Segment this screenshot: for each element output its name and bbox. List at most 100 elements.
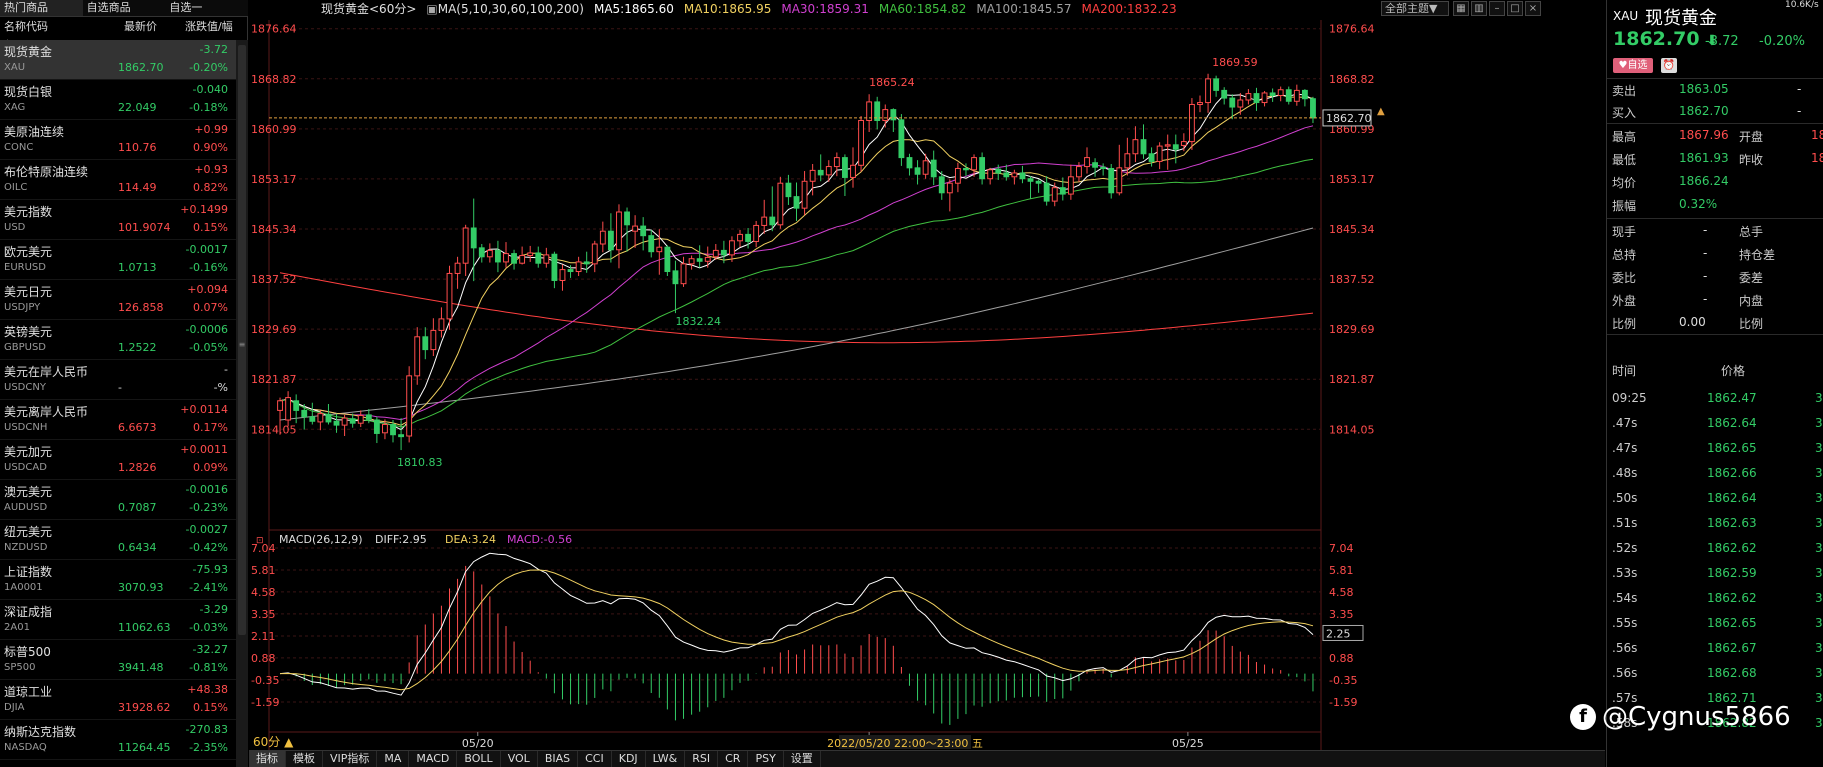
kline-svg[interactable]: 1876.64 1876.641868.82 1868.821860.99 1860.… — [249, 0, 1605, 767]
indicator-tab[interactable]: CR — [718, 751, 749, 767]
grid-icon[interactable]: ▦ — [1453, 1, 1469, 16]
close-icon[interactable]: × — [1525, 1, 1541, 16]
candle-body — [390, 423, 396, 436]
quote-change: +0.1499 — [180, 203, 228, 216]
quote-price: 0.6434 — [118, 541, 157, 554]
candle-body — [519, 255, 526, 264]
macd-axis-label-left: -1.59 — [251, 696, 279, 709]
candle-body — [422, 336, 429, 351]
stat-value-2: 18 — [1811, 128, 1823, 142]
ma5-value: MA5:1865.60 — [593, 1, 674, 16]
minimize-icon[interactable]: – — [1489, 1, 1505, 16]
layout-icon[interactable]: ▥ — [1471, 1, 1487, 16]
indicator-tab[interactable]: RSI — [685, 751, 719, 767]
quote-row[interactable]: 美元离岸人民币 USDCNH +0.0114 6.6673 0.17% — [0, 400, 236, 440]
price-change-pct: -0.20% — [1759, 34, 1805, 49]
column-change[interactable]: 涨跌值/幅 — [185, 17, 233, 37]
indicator-tab[interactable]: VOL — [501, 751, 538, 767]
quote-row[interactable]: 布伦特原油连续 OILC +0.93 114.49 0.82% — [0, 160, 236, 200]
column-name-code[interactable]: 名称代码 — [4, 17, 48, 37]
quote-row[interactable]: 美原油连续 CONC +0.99 110.76 0.90% — [0, 120, 236, 160]
kline-chart-area[interactable]: 1876.64 1876.64 1868.82 1868.82 1860.99 1860.… — [249, 0, 1605, 767]
candle-body — [349, 418, 356, 424]
period-selector[interactable]: 60分 ▲ — [253, 733, 293, 750]
candle-body — [341, 417, 348, 426]
quote-row[interactable]: 英镑美元 GBPUSD -0.0006 1.2522 -0.05% — [0, 320, 236, 360]
quote-name: 美元在岸人民币 — [4, 365, 89, 379]
tick-volume: 3 — [1815, 466, 1823, 480]
ma30-value: MA30:1859.31 — [781, 1, 869, 16]
candle-body — [930, 159, 937, 178]
quote-pct: -2.35% — [189, 741, 228, 754]
price-change: -3.72 — [1705, 34, 1739, 49]
quote-row[interactable]: 现货黄金 XAU -3.72 1862.70 -0.20% — [0, 40, 236, 80]
column-latest-price[interactable]: 最新价 — [124, 17, 157, 37]
tab-hot-products[interactable]: 热门商品 — [0, 0, 83, 16]
quote-pct: -% — [213, 381, 228, 394]
candle-body — [898, 119, 905, 159]
indicator-tab[interactable]: MA — [377, 751, 410, 767]
candle-body — [1229, 97, 1236, 108]
maximize-icon[interactable]: □ — [1507, 1, 1523, 16]
last-price-value: 1862.70 — [1613, 28, 1700, 50]
theme-dropdown[interactable]: 全部主题▼ — [1381, 1, 1449, 16]
macd-axis-label-left: 3.35 — [251, 608, 276, 621]
tick-row: .50s 1862.64 3 — [1607, 486, 1823, 511]
ma30-line — [279, 125, 1314, 421]
stat-label: 振幅 — [1612, 199, 1637, 213]
quote-row[interactable]: 澳元美元 AUDUSD -0.0016 0.7087 -0.23% — [0, 480, 236, 520]
indicator-tab[interactable]: LW& — [646, 751, 686, 767]
quote-row[interactable]: 纽元美元 NZDUSD -0.0027 0.6434 -0.42% — [0, 520, 236, 560]
quote-code: USD — [4, 222, 26, 233]
tab-watchlist-one[interactable]: 自选一 — [165, 0, 248, 16]
scroll-grip-icon[interactable]: ≡ — [236, 340, 248, 350]
indicator-tab[interactable]: PSY — [748, 751, 784, 767]
indicator-tab[interactable]: 模板 — [286, 751, 323, 767]
tab-watchlist[interactable]: 自选商品 — [83, 0, 166, 16]
candle-body — [1043, 182, 1050, 202]
quote-price: 22.049 — [118, 101, 157, 114]
quote-row[interactable]: 美元加元 USDCAD +0.0011 1.2826 0.09% — [0, 440, 236, 480]
alert-clock-icon[interactable]: ⏰ — [1661, 58, 1677, 73]
sell-volume: - — [1797, 82, 1802, 96]
quote-row[interactable]: 深证成指 2A01 -3.29 11062.63 -0.03% — [0, 600, 236, 640]
ma-params[interactable]: ▣MA(5,10,30,60,100,200) — [426, 2, 584, 16]
indicator-tab[interactable]: KDJ — [612, 751, 646, 767]
quote-row[interactable]: 标普500 SP500 -32.27 3941.48 -0.81% — [0, 640, 236, 680]
quote-row[interactable]: 美元日元 USDJPY +0.094 126.858 0.07% — [0, 280, 236, 320]
add-favorite-button[interactable]: ♥自选 — [1613, 58, 1653, 73]
quote-row[interactable]: 上证指数 1A0001 -75.93 3070.93 -2.41% — [0, 560, 236, 600]
indicator-tab[interactable]: MACD — [409, 751, 458, 767]
volume-row: 外盘 - 内盘 — [1607, 288, 1823, 310]
quote-change: +0.094 — [187, 283, 228, 296]
indicator-tab[interactable]: BIAS — [538, 751, 579, 767]
quote-row[interactable]: 美元在岸人民币 USDCNY - - -% — [0, 360, 236, 400]
indicator-tab[interactable]: CCI — [578, 751, 612, 767]
quote-price: - — [118, 381, 122, 394]
indicator-tab[interactable]: BOLL — [457, 751, 501, 767]
tick-header: 时间 价格 — [1607, 359, 1823, 379]
candle-body — [1084, 157, 1090, 168]
candle-body — [761, 216, 768, 226]
tick-volume: 3 — [1815, 441, 1823, 455]
quote-code: EURUSD — [4, 262, 46, 273]
quote-pct: -0.42% — [189, 541, 228, 554]
candle-body — [906, 157, 913, 169]
quote-row[interactable]: 欧元美元 EURUSD -0.0017 1.0713 -0.16% — [0, 240, 236, 280]
quote-row[interactable]: 纳斯达克指数 NASDAQ -270.83 11264.45 -2.35% — [0, 720, 236, 760]
candle-body — [1310, 98, 1316, 119]
stat-label-2: 开盘 — [1739, 130, 1764, 144]
divider — [1607, 334, 1823, 335]
quote-row[interactable]: 美元指数 USD +0.1499 101.9074 0.15% — [0, 200, 236, 240]
indicator-tab[interactable]: 指标 — [249, 751, 286, 767]
price-axis-label-left: 1876.64 — [251, 23, 297, 36]
indicator-tab[interactable]: 设置 — [784, 751, 821, 767]
quote-row[interactable]: 道琼工业 DJIA +48.38 31928.62 0.15% — [0, 680, 236, 720]
quote-row[interactable]: 现货白银 XAG -0.040 22.049 -0.18% — [0, 80, 236, 120]
quote-code: GBPUSD — [4, 342, 47, 353]
indicator-tab[interactable]: VIP指标 — [323, 751, 378, 767]
candle-body — [672, 270, 679, 285]
candle-body — [1051, 187, 1058, 202]
candle-body — [1132, 139, 1139, 155]
ma100-line — [279, 227, 1314, 421]
